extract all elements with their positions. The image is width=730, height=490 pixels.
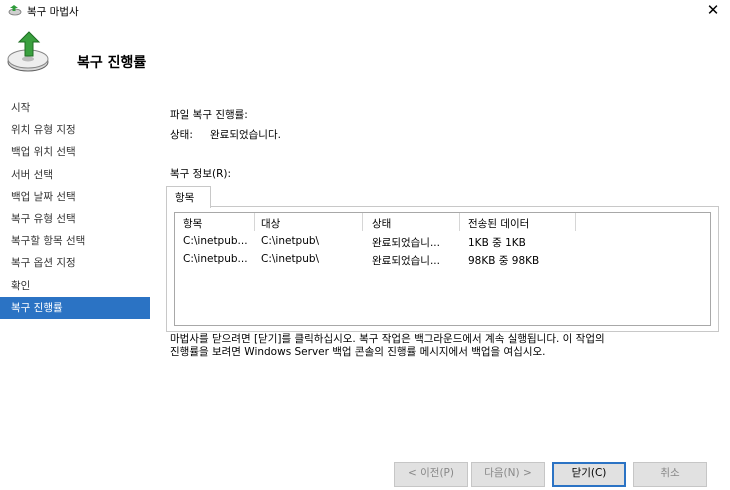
sidebar-item-location-type[interactable]: 위치 유형 지정 (0, 119, 150, 141)
wizard-steps-nav: 시작 위치 유형 지정 백업 위치 선택 서버 선택 백업 날짜 선택 복구 유… (0, 97, 150, 319)
row-data-cell: 1KB 중 1KB (468, 237, 526, 249)
row-target-cell: C:\inetpub\ (261, 253, 320, 265)
row-data-cell: 98KB 중 98KB (468, 255, 540, 267)
column-separator[interactable] (254, 213, 255, 231)
recovery-wizard-icon (7, 31, 49, 72)
column-separator[interactable] (575, 213, 576, 231)
table-row[interactable]: C:\inetpub... C:\inetpub\ 완료되었습니... 1KB … (175, 235, 710, 251)
sidebar-item-recovery-progress[interactable]: 복구 진행률 (0, 296, 150, 319)
sidebar-item-start[interactable]: 시작 (0, 97, 150, 119)
next-button[interactable]: 다음(N) > (471, 462, 545, 487)
column-header-target[interactable]: 대상 (261, 216, 280, 234)
sidebar-item-confirmation[interactable]: 확인 (0, 275, 150, 297)
close-button[interactable]: 닫기(C) (552, 462, 626, 487)
cancel-button[interactable]: 취소 (633, 462, 707, 487)
column-separator[interactable] (362, 213, 363, 231)
sidebar-item-recovery-type[interactable]: 복구 유형 선택 (0, 208, 150, 230)
recovery-info-label: 복구 정보(R): (170, 168, 232, 180)
table-row[interactable]: C:\inetpub... C:\inetpub\ 완료되었습니... 98KB… (175, 253, 710, 269)
sidebar-item-recovery-options[interactable]: 복구 옵션 지정 (0, 252, 150, 274)
column-header-transferred[interactable]: 전송된 데이터 (468, 216, 529, 234)
row-item-cell: C:\inetpub... (183, 253, 248, 265)
row-target-cell: C:\inetpub\ (261, 235, 320, 247)
recovery-items-list[interactable]: 항목 대상 상태 전송된 데이터 C:\inetpub... C:\inetpu… (174, 212, 711, 326)
column-separator[interactable] (459, 213, 460, 231)
tab-items[interactable]: 항목 (166, 186, 211, 208)
file-progress-label: 파일 복구 진행률: (170, 109, 248, 121)
sidebar-item-backup-date[interactable]: 백업 날짜 선택 (0, 186, 150, 208)
status-label: 상태: (170, 129, 193, 141)
info-line-2: 진행률을 보려면 Windows Server 백업 콘솔의 진행률 메시지에서… (170, 346, 546, 358)
title-bar: 복구 마법사 ✕ (0, 0, 730, 22)
page-title: 복구 진행률 (77, 55, 147, 71)
sidebar-item-server[interactable]: 서버 선택 (0, 164, 150, 186)
column-header-item[interactable]: 항목 (183, 216, 202, 234)
status-value: 완료되었습니다. (210, 129, 281, 141)
info-line-1: 마법사를 닫으려면 [닫기]를 클릭하십시오. 복구 작업은 백그라운드에서 계… (170, 333, 605, 345)
sidebar-item-items-to-recover[interactable]: 복구할 항목 선택 (0, 230, 150, 252)
row-item-cell: C:\inetpub... (183, 235, 248, 247)
row-status-cell: 완료되었습니... (372, 255, 440, 267)
close-instructions-text: 마법사를 닫으려면 [닫기]를 클릭하십시오. 복구 작업은 백그라운드에서 계… (170, 333, 725, 359)
close-window-icon[interactable]: ✕ (704, 1, 722, 19)
tab-items-label: 항목 (175, 192, 195, 204)
column-header-status[interactable]: 상태 (372, 216, 391, 234)
recovery-wizard-small-icon (8, 5, 22, 16)
window-title: 복구 마법사 (27, 6, 79, 18)
row-status-cell: 완료되었습니... (372, 237, 440, 249)
sidebar-item-backup-location[interactable]: 백업 위치 선택 (0, 141, 150, 163)
list-header: 항목 대상 상태 전송된 데이터 (175, 213, 710, 231)
previous-button[interactable]: < 이전(P) (394, 462, 468, 487)
